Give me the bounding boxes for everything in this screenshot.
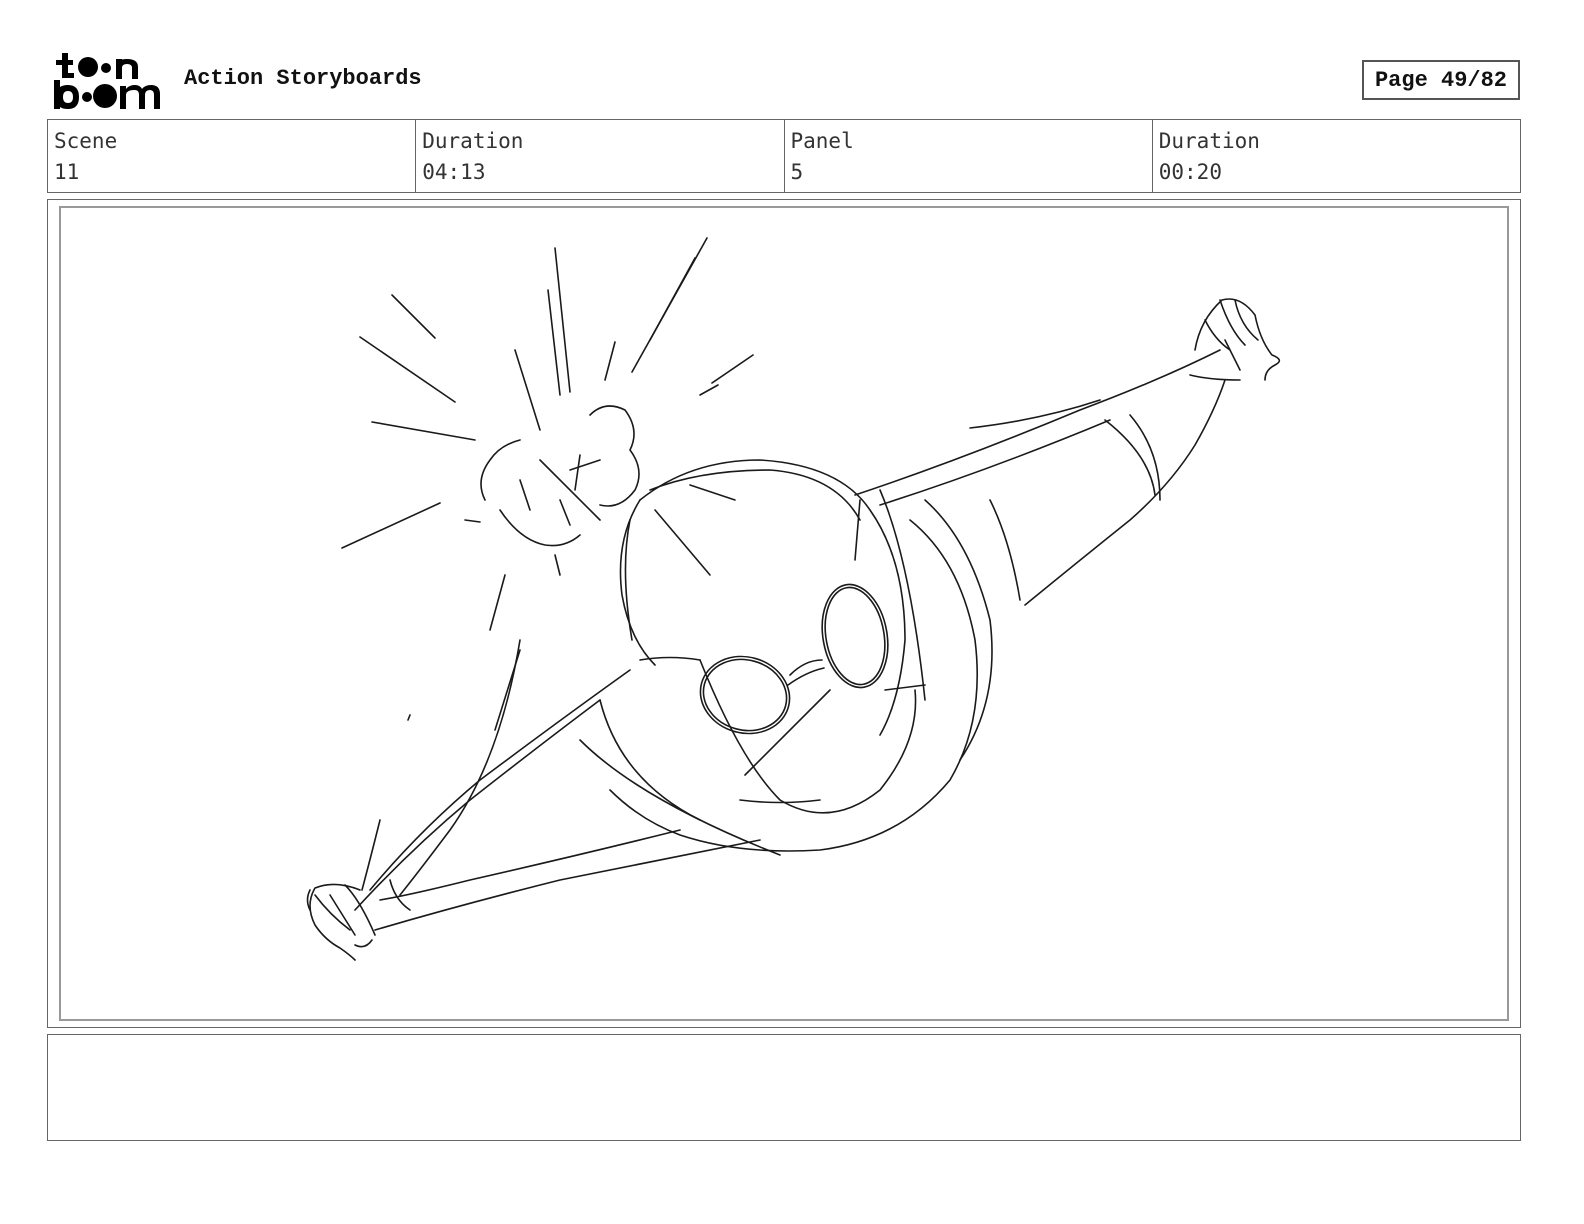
notes-area [47,1034,1521,1141]
